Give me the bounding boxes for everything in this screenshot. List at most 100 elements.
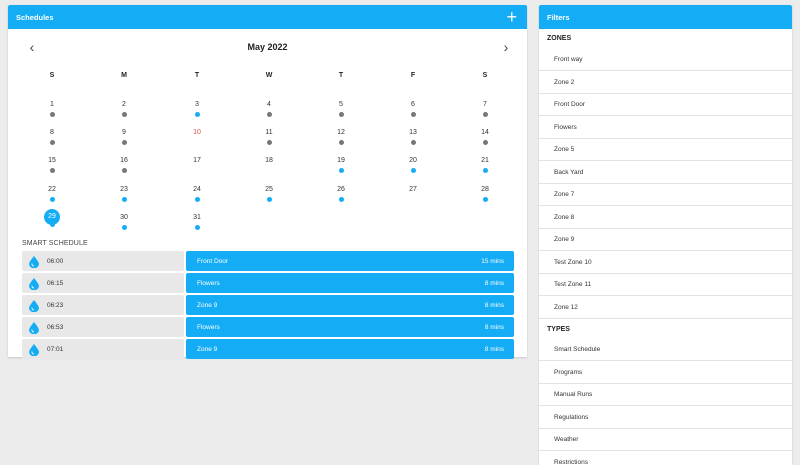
schedule-row: 06:15 Flowers 8 mins (22, 273, 523, 293)
weekday-header: S (482, 72, 488, 79)
calendar-day[interactable]: 19 (329, 156, 353, 178)
chevron-right-icon: › (503, 39, 509, 55)
calendar-day[interactable]: 26 (329, 185, 353, 207)
schedule-run-bar[interactable]: Zone 9 8 mins (186, 295, 514, 315)
calendar-day[interactable]: 21 (473, 156, 497, 178)
schedule-indicator-dot (338, 168, 344, 173)
calendar-day[interactable]: 27 (401, 185, 425, 207)
filter-item-zone[interactable]: Zone 5 (539, 139, 792, 161)
calendar-day[interactable]: 11 (257, 128, 281, 150)
calendar-day[interactable]: 13 (401, 128, 425, 150)
day-number: 5 (339, 101, 343, 108)
filter-item-zone[interactable]: Zone 12 (539, 297, 792, 319)
calendar-day[interactable]: 10 (185, 128, 209, 150)
schedules-title: Schedules (16, 12, 54, 22)
filter-item-type[interactable]: Regulations (539, 407, 792, 429)
calendar-day[interactable]: 30 (112, 213, 136, 235)
weekday-header: F (410, 72, 416, 79)
schedule-row: 06:23 Zone 9 8 mins (22, 295, 523, 315)
calendar-day[interactable]: 23 (112, 185, 136, 207)
filter-item-type[interactable]: Manual Runs (539, 384, 792, 406)
schedule-zone: Zone 9 (197, 345, 218, 353)
calendar-day[interactable]: 25 (257, 185, 281, 207)
filter-item-zone[interactable]: Zone 2 (539, 72, 792, 94)
filter-item-zone[interactable]: Back Yard (539, 162, 792, 184)
weekday-header: W (265, 72, 273, 79)
calendar-day[interactable]: 31 (185, 213, 209, 235)
calendar-day[interactable]: 7 (473, 100, 497, 122)
calendar-day[interactable]: 22 (40, 185, 64, 207)
day-number: 12 (337, 129, 345, 136)
day-number: 8 (50, 129, 54, 136)
schedule-indicator-dot (121, 140, 127, 145)
schedule-run-bar[interactable]: Flowers 8 mins (186, 273, 514, 293)
schedule-indicator-dot (49, 168, 55, 173)
schedule-duration: 15 mins (481, 257, 504, 265)
calendar-day[interactable]: 1 (40, 100, 64, 122)
schedule-indicator-dot (482, 197, 488, 202)
calendar-day[interactable]: 2 (112, 100, 136, 122)
filter-item-zone[interactable]: Front way (539, 49, 792, 71)
calendar-nav: ‹ May 2022 › (8, 38, 527, 56)
calendar-day[interactable]: 6 (401, 100, 425, 122)
day-number: 28 (481, 186, 489, 193)
calendar-day[interactable]: 12 (329, 128, 353, 150)
schedule-indicator-dot (410, 168, 416, 173)
filter-item-type[interactable]: Programs (539, 362, 792, 384)
calendar-day[interactable]: 29 (40, 209, 64, 235)
calendar-day[interactable]: 15 (40, 156, 64, 178)
calendar-day[interactable]: 3 (185, 100, 209, 122)
month-title: May 2022 (247, 42, 288, 52)
calendar-day[interactable]: 8 (40, 128, 64, 150)
filter-item-zone[interactable]: Flowers (539, 117, 792, 139)
filter-item-zone[interactable]: Test Zone 11 (539, 274, 792, 296)
filter-item-zone[interactable]: Zone 7 (539, 184, 792, 206)
filter-item-zone[interactable]: Zone 8 (539, 207, 792, 229)
next-month-button[interactable]: › (498, 38, 514, 56)
schedule-run-bar[interactable]: Zone 9 8 mins (186, 339, 514, 359)
schedule-duration: 8 mins (484, 279, 504, 287)
day-number: 25 (265, 186, 273, 193)
schedule-run-bar[interactable]: Front Door 15 mins (186, 251, 514, 271)
day-number: 9 (122, 129, 126, 136)
day-number: 24 (193, 186, 201, 193)
weekday-header: M (121, 72, 127, 79)
filter-item-zone[interactable]: Test Zone 10 (539, 252, 792, 274)
filter-item-zone[interactable]: Zone 9 (539, 229, 792, 251)
schedule-indicator-dot (410, 140, 416, 145)
calendar-day[interactable]: 18 (257, 156, 281, 178)
schedule-indicator-dot (194, 197, 200, 202)
filter-item-type[interactable]: Smart Schedule (539, 339, 792, 361)
schedule-indicator-dot (121, 197, 127, 202)
schedule-row: 07:01 Zone 9 8 mins (22, 339, 523, 359)
calendar-day[interactable]: 14 (473, 128, 497, 150)
water-drop-icon (29, 321, 39, 335)
day-number: 11 (265, 129, 273, 136)
zones-section-label: ZONES (547, 35, 572, 42)
calendar-day[interactable]: 16 (112, 156, 136, 178)
calendar-day[interactable]: 24 (185, 185, 209, 207)
schedule-zone: Flowers (197, 323, 220, 331)
schedule-time: 06:00 (47, 257, 64, 265)
calendar-day[interactable]: 20 (401, 156, 425, 178)
schedule-row: 06:53 Flowers 8 mins (22, 317, 523, 337)
smart-schedule-label: SMART SCHEDULE (22, 240, 88, 247)
schedule-zone: Flowers (197, 279, 220, 287)
calendar-day[interactable]: 5 (329, 100, 353, 122)
calendar-day[interactable]: 28 (473, 185, 497, 207)
calendar-day[interactable]: 17 (185, 156, 209, 178)
types-section-label: TYPES (547, 326, 570, 333)
add-schedule-button[interactable]: + (506, 8, 517, 26)
calendar-day[interactable]: 4 (257, 100, 281, 122)
schedule-time-cell: 06:23 (22, 295, 184, 315)
calendar-day[interactable]: 9 (112, 128, 136, 150)
filters-header: Filters (539, 5, 792, 29)
schedule-duration: 8 mins (484, 301, 504, 309)
day-number: 1 (50, 101, 54, 108)
filter-item-zone[interactable]: Front Door (539, 94, 792, 116)
water-drop-icon (29, 255, 39, 269)
schedule-run-bar[interactable]: Flowers 8 mins (186, 317, 514, 337)
schedule-time-cell: 06:00 (22, 251, 184, 271)
filter-item-type[interactable]: Weather (539, 429, 792, 451)
filter-item-type[interactable]: Restrictions (539, 452, 792, 465)
